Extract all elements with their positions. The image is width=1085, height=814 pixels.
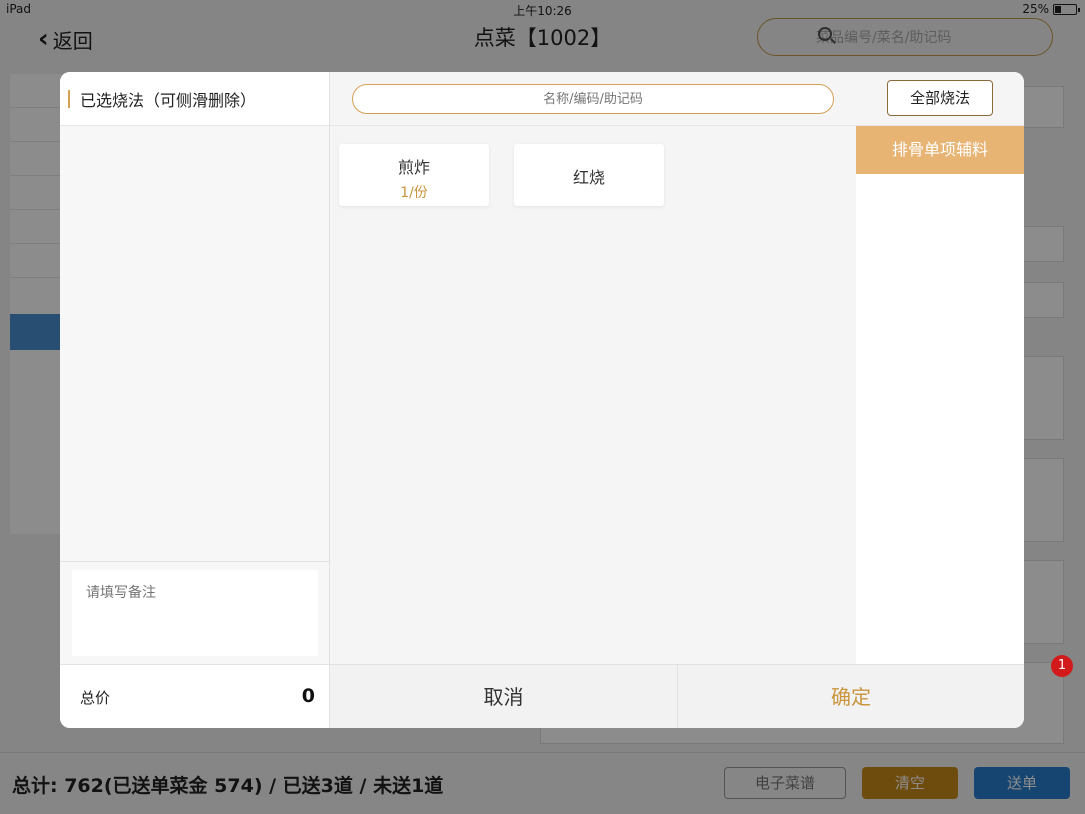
method-card-jianzha[interactable]: 煎炸 1/份	[339, 144, 489, 206]
methods-grid-panel: 全部烧法 煎炸 1/份 红烧	[330, 72, 1024, 664]
all-methods-button[interactable]: 全部烧法	[887, 80, 993, 116]
unsent-count-badge: 1	[1051, 655, 1073, 677]
category-tab-rib-ingredients[interactable]: 排骨单项辅料	[856, 126, 1024, 174]
selected-methods-panel: 已选烧法（可侧滑删除）	[60, 72, 330, 664]
method-search-input[interactable]	[352, 84, 834, 114]
selected-methods-title: 已选烧法（可侧滑删除）	[80, 90, 257, 110]
ingredient-category-panel: 排骨单项辅料	[856, 126, 1024, 664]
total-price: 总价 0	[60, 665, 330, 728]
method-qty: 1/份	[400, 185, 428, 201]
remark-input[interactable]	[72, 570, 318, 656]
total-price-value: 0	[301, 685, 315, 707]
method-card-hongshao[interactable]: 红烧	[514, 144, 664, 206]
accent-bar	[68, 89, 70, 108]
divider	[60, 561, 330, 562]
cooking-method-dialog: 已选烧法（可侧滑删除） 全部烧法 煎炸 1/份 红烧 排骨单项辅料 总价 0 取…	[60, 72, 1024, 728]
method-name: 煎炸	[397, 158, 430, 177]
total-price-label: 总价	[80, 689, 111, 707]
method-name: 红烧	[572, 168, 605, 187]
methods-toolbar: 全部烧法	[330, 72, 1024, 126]
cancel-button[interactable]: 取消	[330, 665, 678, 728]
dialog-footer: 总价 0 取消 确定	[60, 664, 1024, 728]
confirm-button[interactable]: 确定	[678, 665, 1024, 728]
selected-methods-header: 已选烧法（可侧滑删除）	[60, 72, 329, 126]
